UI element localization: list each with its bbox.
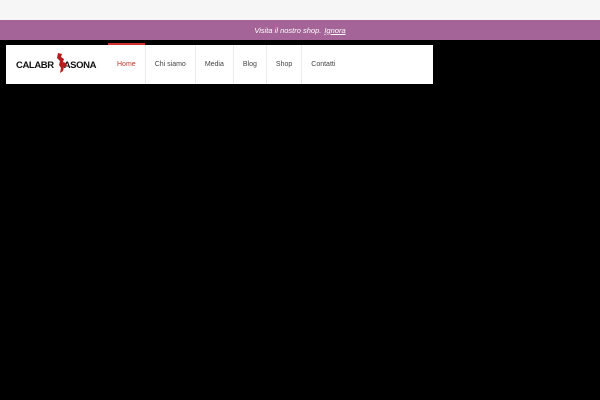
- nav-item-media[interactable]: Media: [196, 45, 234, 84]
- logo-text-left: CALABR: [16, 60, 54, 71]
- nav-item-blog[interactable]: Blog: [234, 45, 267, 84]
- store-notice-bar: Visita il nostro shop. Ignora: [0, 20, 600, 40]
- main-navigation: Home Chi siamo Media Blog Shop Contatti: [108, 43, 344, 84]
- nav-item-home[interactable]: Home: [108, 43, 146, 84]
- nav-item-contatti[interactable]: Contatti: [302, 45, 344, 84]
- calabria-map-icon: [57, 53, 67, 73]
- page-content-area: [0, 84, 600, 400]
- nav-item-shop[interactable]: Shop: [267, 45, 303, 84]
- nav-item-chi-siamo[interactable]: Chi siamo: [146, 45, 196, 84]
- site-header: CALABR ASONA Home Chi siamo Media Blog Sh…: [6, 43, 433, 84]
- browser-top-strip: [0, 0, 600, 20]
- dismiss-notice-link[interactable]: Ignora: [324, 26, 345, 35]
- store-notice-text: Visita il nostro shop.: [254, 25, 322, 35]
- logo-text-right: ASONA: [63, 60, 97, 71]
- site-logo[interactable]: CALABR ASONA: [16, 53, 96, 75]
